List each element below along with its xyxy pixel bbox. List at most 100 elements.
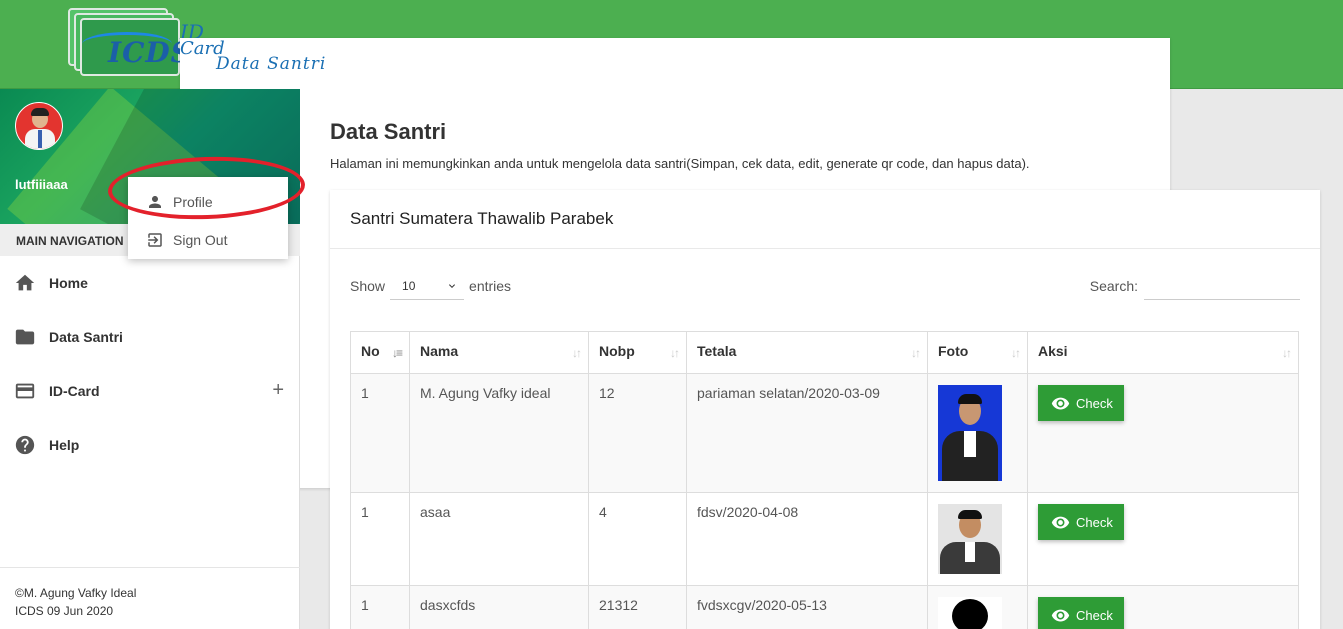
photo-shirt (965, 542, 975, 562)
page-title: Data Santri (330, 119, 447, 144)
entries-select[interactable]: 10 (390, 272, 465, 300)
santri-table: No ↓≡ Nama ↓↑ Nobp ↓↑ Tetala ↓↑ Foto ↓↑ … (350, 331, 1299, 629)
search-control: Search: (1090, 272, 1300, 300)
folder-icon (15, 329, 35, 345)
sign-out-icon (148, 233, 162, 247)
column-header-nama[interactable]: Nama ↓↑ (409, 331, 589, 374)
cell-nama: asaa (409, 492, 589, 586)
column-header-label: Aksi (1038, 343, 1068, 359)
cell-nama: dasxcfds (409, 585, 589, 629)
column-header-label: Nama (420, 343, 459, 359)
cell-foto (927, 492, 1028, 586)
cell-no: 1 (350, 585, 410, 629)
avatar[interactable] (15, 102, 63, 150)
entries-label: entries (469, 278, 512, 294)
column-header-aksi[interactable]: Aksi ↓↑ (1027, 331, 1299, 374)
footer-copyright: ©M. Agung Vafky Ideal (15, 586, 137, 600)
cell-foto (927, 585, 1028, 629)
top-bar: ICDS ID Card Data Santri (0, 0, 1343, 488)
footer-version: ICDS 09 Jun 2020 (15, 604, 114, 618)
sidebar-item-id-card[interactable]: ID-Card + (0, 364, 300, 418)
check-button-label: Check (1076, 514, 1113, 530)
sidebar-footer: ©M. Agung Vafky Ideal ICDS 09 Jun 2020 (0, 567, 300, 629)
eye-icon (1051, 609, 1070, 621)
sidebar-item-home[interactable]: Home (0, 256, 300, 310)
entries-control: Show 10 entries (350, 272, 511, 300)
student-photo (938, 385, 1002, 481)
table-row: 1 dasxcfds 21312 fvdsxcgv/2020-05-13 Che… (350, 585, 1299, 629)
cell-no: 1 (350, 492, 410, 586)
credit-card-icon (15, 383, 35, 399)
check-button[interactable]: Check (1038, 504, 1124, 540)
sidebar-item-label: Home (49, 275, 88, 291)
column-header-foto[interactable]: Foto ↓↑ (927, 331, 1028, 374)
column-header-nobp[interactable]: Nobp ↓↑ (588, 331, 687, 374)
menu-item-profile[interactable]: Profile (128, 183, 288, 221)
menu-item-label: Sign Out (173, 232, 228, 248)
check-button-label: Check (1076, 395, 1113, 411)
sort-icon: ↓↑ (1011, 346, 1021, 360)
cell-nobp: 12 (588, 373, 687, 493)
home-icon (15, 274, 35, 291)
avatar-hair (31, 108, 49, 116)
search-input[interactable] (1144, 272, 1300, 300)
check-button[interactable]: Check (1038, 385, 1124, 421)
cell-foto (927, 373, 1028, 493)
column-header-label: Foto (938, 343, 969, 359)
cell-tetala: fdsv/2020-04-08 (686, 492, 928, 586)
entries-select-value: 10 (402, 278, 416, 293)
cell-nobp: 21312 (588, 585, 687, 629)
main-content: Data Santri Halaman ini memungkinkan and… (300, 89, 1343, 629)
cell-tetala: pariaman selatan/2020-03-09 (686, 373, 928, 493)
user-dropdown-menu: Profile Sign Out (128, 177, 288, 259)
sort-icon: ↓≡ (391, 346, 403, 360)
eye-icon (1051, 397, 1070, 409)
sidebar-item-label: ID-Card (49, 383, 100, 399)
column-header-tetala[interactable]: Tetala ↓↑ (686, 331, 928, 374)
table-row: 1 M. Agung Vafky ideal 12 pariaman selat… (350, 373, 1299, 493)
check-button[interactable]: Check (1038, 597, 1124, 629)
card-title: Santri Sumatera Thawalib Parabek (330, 190, 1320, 249)
logo-script-data: Data Santri (216, 54, 327, 74)
menu-item-label: Profile (173, 194, 213, 210)
sort-icon: ↓↑ (572, 346, 582, 360)
photo-hair (958, 394, 982, 404)
sidebar-item-help[interactable]: Help (0, 418, 300, 472)
chevron-down-icon (449, 283, 456, 288)
avatar-tie (38, 130, 42, 148)
cell-nobp: 4 (588, 492, 687, 586)
app-logo[interactable]: ICDS ID Card Data Santri (68, 8, 1170, 488)
photo-head (952, 599, 988, 629)
photo-hair (958, 510, 982, 519)
expand-icon[interactable]: + (272, 379, 284, 402)
username[interactable]: lutfiiiaaa (15, 177, 68, 192)
column-header-label: No (361, 343, 380, 359)
cell-aksi: Check (1027, 373, 1299, 493)
column-header-no[interactable]: No ↓≡ (350, 331, 410, 374)
person-icon (149, 196, 161, 208)
table-row: 1 asaa 4 fdsv/2020-04-08 Check (350, 492, 1299, 586)
column-header-label: Tetala (697, 343, 737, 359)
data-card: Santri Sumatera Thawalib Parabek Show 10… (330, 190, 1320, 629)
sidebar-item-label: Help (49, 437, 80, 453)
sidebar-item-data-santri[interactable]: Data Santri (0, 310, 300, 364)
sort-icon: ↓↑ (670, 346, 680, 360)
sidebar-item-label: Data Santri (49, 329, 123, 345)
check-button-label: Check (1076, 607, 1113, 623)
cell-tetala: fvdsxcgv/2020-05-13 (686, 585, 928, 629)
student-photo-placeholder (938, 597, 1002, 629)
eye-icon (1051, 516, 1070, 528)
logo-cards-graphic: ICDS (68, 8, 191, 78)
show-label: Show (350, 278, 386, 294)
cell-aksi: Check (1027, 585, 1299, 629)
sidebar: lutfiiiaaa MAIN NAVIGATION Home Data San… (0, 89, 300, 629)
cell-no: 1 (350, 373, 410, 493)
search-label: Search: (1089, 278, 1138, 294)
menu-item-sign-out[interactable]: Sign Out (128, 221, 288, 259)
table-header-row: No ↓≡ Nama ↓↑ Nobp ↓↑ Tetala ↓↑ Foto ↓↑ … (350, 331, 1299, 374)
sort-icon: ↓↑ (911, 346, 921, 360)
cell-aksi: Check (1027, 492, 1299, 586)
photo-shirt (964, 431, 976, 457)
sort-icon: ↓↑ (1282, 346, 1292, 360)
student-photo (938, 504, 1002, 574)
